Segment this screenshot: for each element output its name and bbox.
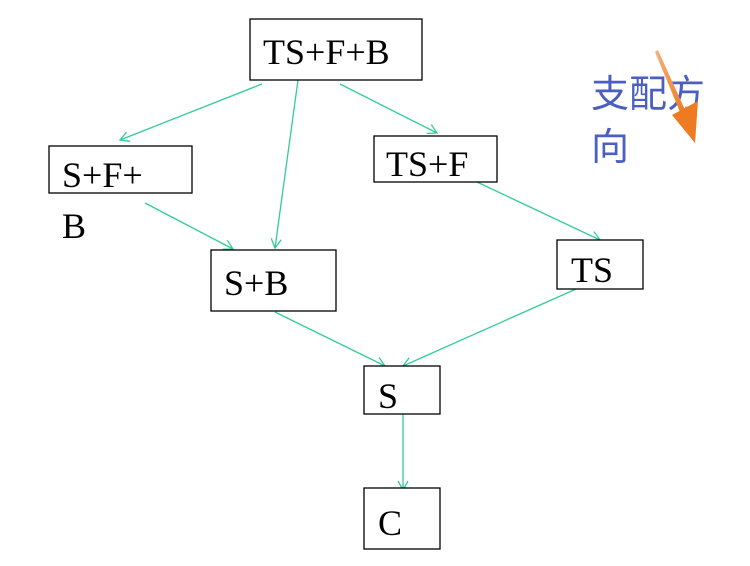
edge-tsfb-to-sb	[270, 79, 299, 250]
node-s-b: S+B	[210, 249, 337, 312]
node-s-f-b: S+F+ B	[48, 145, 193, 246]
node-ts-label: TS	[571, 250, 613, 290]
edge-sb-to-s	[274, 311, 387, 368]
node-ts: TS	[556, 239, 644, 290]
edge-ts-to-s	[401, 288, 577, 368]
node-s-f-b-label-line2: B	[62, 206, 86, 246]
edge-sfb-to-sb	[144, 202, 235, 250]
node-c-label: C	[378, 503, 402, 543]
node-s-f-b-label-line1: S+F+	[62, 155, 143, 195]
dominance-diagram: TS+F+B S+F+ B TS+F S+B TS S C 支配方 向	[48, 18, 705, 550]
edge-tsfb-to-tsf	[339, 83, 439, 135]
node-c: C	[363, 487, 441, 550]
node-s-b-label: S+B	[224, 263, 288, 303]
edge-tsfb-to-sfb	[118, 83, 263, 142]
node-ts-f-b-label: TS+F+B	[263, 32, 390, 72]
node-ts-f-label: TS+F	[386, 144, 468, 184]
node-ts-f-b: TS+F+B	[249, 18, 423, 81]
node-ts-f: TS+F	[373, 135, 498, 184]
node-s-label: S	[378, 376, 398, 416]
edge-tsf-to-ts	[476, 181, 602, 242]
node-s: S	[363, 365, 441, 416]
direction-label-line2: 向	[591, 125, 629, 169]
